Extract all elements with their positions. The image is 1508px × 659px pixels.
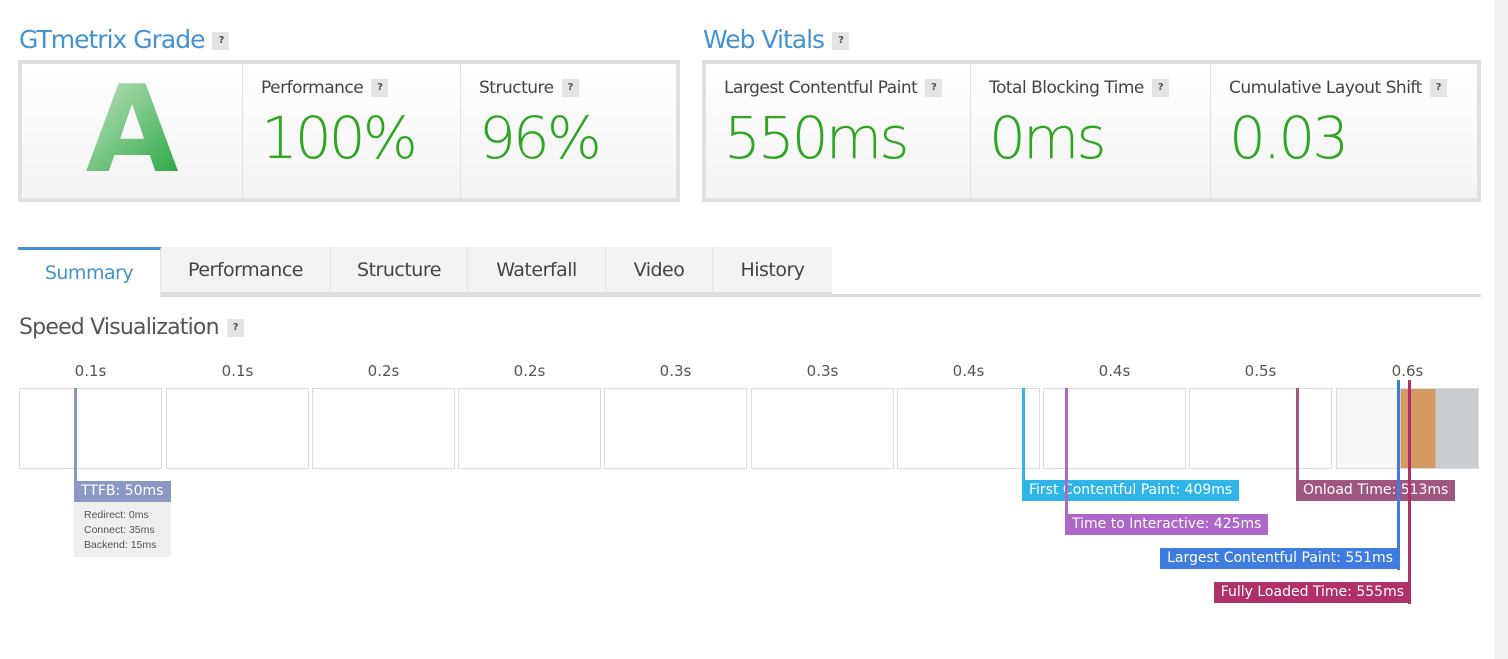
tab-waterfall[interactable]: Waterfall xyxy=(468,247,606,295)
ttfb-details: Redirect: 0ms Connect: 35ms Backend: 15m… xyxy=(74,502,171,557)
tbt-value: 0ms xyxy=(989,104,1107,172)
help-icon[interactable]: ? xyxy=(561,79,579,97)
heading-text: Web Vitals xyxy=(703,25,825,54)
lcp-value: 550ms xyxy=(724,104,909,172)
redirect-time: Redirect: 0ms xyxy=(84,509,149,521)
help-icon[interactable]: ? xyxy=(925,79,943,97)
timeline-tick: 0.3s xyxy=(659,362,692,380)
help-icon[interactable]: ? xyxy=(1429,79,1447,97)
filmstrip-frame[interactable] xyxy=(604,388,747,469)
onload-label: Onload Time: 513ms xyxy=(1296,480,1456,501)
tab-summary[interactable]: Summary xyxy=(18,247,161,295)
tab-history[interactable]: History xyxy=(713,247,832,295)
timeline-tick: 0.6s xyxy=(1391,362,1424,380)
heading-text: Speed Visualization xyxy=(19,315,220,340)
help-icon[interactable]: ? xyxy=(371,79,389,97)
fcp-marker-line xyxy=(1022,388,1025,481)
scrollbar[interactable] xyxy=(1494,0,1508,659)
performance-value: 100% xyxy=(261,104,418,172)
tab-performance[interactable]: Performance xyxy=(161,247,331,295)
tti-marker-line xyxy=(1065,388,1068,515)
fully-loaded-marker-line xyxy=(1408,380,1411,604)
fully-loaded-label: Fully Loaded Time: 555ms xyxy=(1213,582,1411,603)
timeline-tick: 0.1s xyxy=(74,362,107,380)
grade-panel: A Performance? 100% Structure? 96% xyxy=(18,60,680,202)
lcp-marker-label: Largest Contentful Paint: 551ms xyxy=(1160,548,1400,569)
timeline-tick: 0.2s xyxy=(513,362,546,380)
help-icon[interactable]: ? xyxy=(1151,79,1169,97)
performance-cell: Performance? 100% xyxy=(243,64,461,198)
web-vitals-heading: Web Vitals? xyxy=(703,25,850,54)
timeline-tick: 0.4s xyxy=(1098,362,1131,380)
gtmetrix-grade-heading: GTmetrix Grade? xyxy=(19,25,230,54)
filmstrip-frame[interactable] xyxy=(897,388,1040,469)
speed-visualization-heading: Speed Visualization? xyxy=(19,315,244,340)
structure-label: Structure xyxy=(479,78,554,98)
structure-cell: Structure? 96% xyxy=(461,64,676,198)
timeline-tick: 0.2s xyxy=(367,362,400,380)
help-icon[interactable]: ? xyxy=(212,32,230,50)
timeline-tick: 0.3s xyxy=(806,362,839,380)
structure-value: 96% xyxy=(479,104,602,172)
ttfb-label: TTFB: 50ms xyxy=(74,481,171,502)
ttfb-marker-line xyxy=(74,388,77,481)
cls-cell: Cumulative Layout Shift? 0.03 xyxy=(1211,64,1477,198)
lcp-label: Largest Contentful Paint xyxy=(724,78,918,98)
tbt-cell: Total Blocking Time? 0ms xyxy=(971,64,1211,198)
help-icon[interactable]: ? xyxy=(832,32,850,50)
filmstrip-frame[interactable] xyxy=(166,388,309,469)
onload-marker-line xyxy=(1296,388,1299,481)
help-icon[interactable]: ? xyxy=(226,319,244,337)
grade-letter-cell: A xyxy=(22,64,243,198)
filmstrip-frame[interactable] xyxy=(19,388,162,469)
fcp-label: First Contentful Paint: 409ms xyxy=(1022,480,1240,501)
tab-bar: Summary Performance Structure Waterfall … xyxy=(18,247,832,295)
timeline-tick: 0.1s xyxy=(221,362,254,380)
timeline-tick: 0.4s xyxy=(952,362,985,380)
filmstrip-frame[interactable] xyxy=(458,388,601,469)
filmstrip-frame[interactable] xyxy=(312,388,455,469)
tbt-label: Total Blocking Time xyxy=(989,78,1144,98)
filmstrip-frame[interactable] xyxy=(751,388,894,469)
performance-label: Performance xyxy=(261,78,364,98)
filmstrip-frame[interactable] xyxy=(1189,388,1332,469)
lcp-cell: Largest Contentful Paint? 550ms xyxy=(706,64,971,198)
tab-structure[interactable]: Structure xyxy=(331,247,468,295)
tab-video[interactable]: Video xyxy=(606,247,713,295)
tti-label: Time to Interactive: 425ms xyxy=(1065,514,1269,535)
timeline-tick: 0.5s xyxy=(1244,362,1277,380)
web-vitals-panel: Largest Contentful Paint? 550ms Total Blo… xyxy=(702,60,1481,202)
cls-value: 0.03 xyxy=(1229,104,1349,172)
heading-text: GTmetrix Grade xyxy=(19,25,205,54)
connect-time: Connect: 35ms xyxy=(84,524,155,536)
backend-time: Backend: 15ms xyxy=(84,539,157,551)
lcp-marker-line xyxy=(1397,380,1400,570)
cls-label: Cumulative Layout Shift xyxy=(1229,78,1422,98)
grade-letter: A xyxy=(85,61,179,200)
